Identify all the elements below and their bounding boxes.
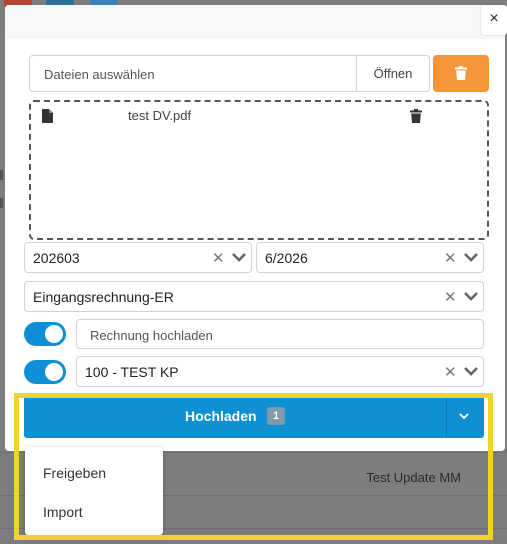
file-icon <box>42 109 53 128</box>
upload-count-badge: 1 <box>267 407 285 425</box>
close-button[interactable]: × <box>481 5 507 35</box>
background-fragment <box>0 198 3 208</box>
chevron-down-icon[interactable] <box>458 409 470 428</box>
invoice-upload-toggle[interactable] <box>24 322 66 346</box>
trash-icon <box>455 66 467 80</box>
cost-center-toggle[interactable] <box>24 360 66 384</box>
toggle-knob <box>45 363 63 381</box>
background-row-text: Test Update MM <box>366 470 461 485</box>
month-select[interactable]: 6/2026 ✕ <box>256 242 484 273</box>
file-dropzone[interactable]: test DV.pdf <box>29 100 489 240</box>
document-type-select[interactable]: Eingangsrechnung-ER ✕ <box>24 281 484 312</box>
modal-header <box>5 5 505 39</box>
file-name: test DV.pdf <box>128 108 192 123</box>
cost-center-select[interactable]: 100 - TEST KP ✕ <box>76 356 484 387</box>
cost-center-value: 100 - TEST KP <box>85 364 179 380</box>
invoice-upload-placeholder: Rechnung hochladen <box>90 328 213 343</box>
chevron-down-icon[interactable] <box>463 248 479 266</box>
open-file-button[interactable]: Öffnen <box>356 56 429 91</box>
upload-options-menu: Freigeben Import <box>25 447 163 535</box>
file-chooser-placeholder: Dateien auswählen <box>44 67 155 82</box>
menu-item-freigeben[interactable]: Freigeben <box>43 465 106 481</box>
chevron-down-icon[interactable] <box>231 248 247 266</box>
clear-icon[interactable]: ✕ <box>444 363 457 381</box>
toggle-knob <box>45 325 63 343</box>
chevron-down-icon[interactable] <box>463 287 479 305</box>
chevron-down-icon[interactable] <box>463 362 479 380</box>
clear-icon[interactable]: ✕ <box>212 249 225 267</box>
upload-button[interactable]: Hochladen 1 <box>24 396 484 438</box>
split-divider <box>446 396 447 438</box>
remove-file-icon[interactable] <box>410 109 422 128</box>
delete-files-button[interactable] <box>433 55 489 92</box>
clear-icon[interactable]: ✕ <box>444 288 457 306</box>
invoice-upload-input[interactable]: Rechnung hochladen <box>76 319 484 349</box>
document-type-value: Eingangsrechnung-ER <box>33 289 174 305</box>
upload-button-label: Hochladen <box>185 408 257 424</box>
menu-item-import[interactable]: Import <box>43 504 83 520</box>
period-select[interactable]: 202603 ✕ <box>24 242 252 273</box>
clear-icon[interactable]: ✕ <box>444 249 457 267</box>
month-select-value: 6/2026 <box>265 250 308 266</box>
file-chooser[interactable]: Dateien auswählen Öffnen <box>29 55 430 92</box>
period-select-value: 202603 <box>33 250 80 266</box>
background-fragment <box>0 170 3 180</box>
